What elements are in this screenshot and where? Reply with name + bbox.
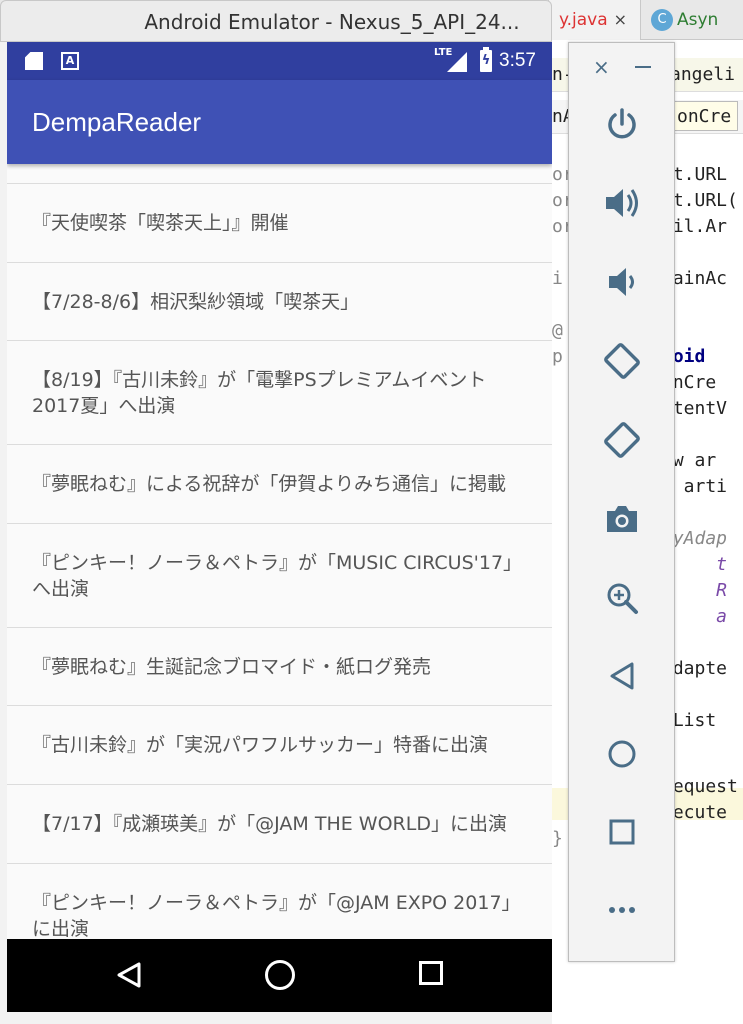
list-item[interactable]: 『夢眠ねむ』による祝辞が「伊賀よりみち通信」に掲載 [7, 445, 552, 524]
volume-down-button[interactable] [597, 257, 647, 307]
app-bar: DempaReader [7, 80, 552, 164]
rotate-right-button[interactable] [597, 415, 647, 465]
class-icon: C [651, 9, 673, 31]
article-title: 『ピンキー！ノーラ＆ペトラ』が「MUSIC CIRCUS'17」へ出演 [32, 551, 523, 600]
device-screen[interactable]: A LTE ϟ 3:57 DempaReader 『天使喫茶「喫茶天上」』開催【… [7, 42, 552, 1012]
close-icon[interactable]: × [593, 55, 610, 79]
status-time: 3:57 [499, 50, 536, 71]
screenshot-button[interactable] [597, 494, 647, 544]
article-title: 『夢眠ねむ』生誕記念ブロマイド・紙ログ発売 [32, 655, 432, 678]
home-button[interactable] [597, 729, 647, 779]
article-title: 『天使喫茶「喫茶天上」』開催 [32, 212, 289, 234]
code-fragment: i [552, 268, 563, 289]
volume-up-button[interactable] [597, 178, 647, 228]
recents-icon[interactable] [419, 961, 443, 985]
emulator-window: Android Emulator - Nexus_5_API_24... A L… [0, 0, 552, 1024]
back-icon [610, 662, 634, 690]
network-type: LTE [434, 47, 453, 58]
list-item[interactable] [7, 164, 552, 184]
article-title: 『古川未鈴』が「実況パワフルサッカー」特番に出演 [32, 734, 489, 756]
code-fragment: } [552, 828, 563, 849]
volume-down-icon [609, 268, 634, 296]
back-button[interactable] [597, 651, 647, 701]
list-item[interactable]: 『夢眠ねむ』生誕記念ブロマイド・紙ログ発売 [7, 628, 552, 706]
ide-tab-java-file[interactable]: y.java × [548, 0, 640, 40]
list-item[interactable]: 【7/17】『成瀬瑛美』が「@JAM THE WORLD」に出演 [7, 785, 552, 864]
article-title: 【8/19】『古川未鈴』が「電撃PSプレミアムイベント2017夏」へ出演 [32, 368, 487, 417]
app-title: DempaReader [32, 107, 202, 137]
list-item[interactable]: 【8/19】『古川未鈴』が「電撃PSプレミアムイベント2017夏」へ出演 [7, 341, 552, 445]
ide-tab-label: y.java [559, 10, 608, 30]
minimize-icon[interactable] [635, 66, 651, 68]
navigation-bar [7, 939, 552, 1012]
breadcrumb-item[interactable]: angeli [670, 58, 735, 91]
overview-button[interactable] [597, 807, 647, 857]
window-title: Android Emulator - Nexus_5_API_24... [144, 10, 520, 34]
article-title: 『ピンキー！ノーラ＆ペトラ』が「@JAM EXPO 2017」に出演 [32, 891, 521, 940]
code-fragment: p [552, 346, 563, 367]
ide-tab-async[interactable]: C Asyn [640, 0, 743, 40]
volume-up-icon [606, 189, 638, 217]
list-item[interactable]: 【7/28-8/6】相沢梨紗領域「喫茶天」 [7, 263, 552, 341]
sd-card-icon [25, 52, 43, 70]
list-item[interactable]: 『ピンキー！ノーラ＆ペトラ』が「@JAM EXPO 2017」に出演 [7, 864, 552, 940]
zoom-button[interactable] [597, 573, 647, 623]
camera-icon [607, 506, 637, 532]
ide-tab-label: Asyn [677, 10, 719, 30]
zoom-in-icon [607, 583, 638, 614]
notification-app-icon: A [61, 52, 79, 70]
article-title: 【7/28-8/6】相沢梨紗領域「喫茶天」 [32, 290, 360, 313]
home-icon [608, 740, 636, 768]
breadcrumb-item-method[interactable]: onCre [670, 101, 739, 131]
code-fragment: @ [552, 320, 563, 341]
article-title: 『夢眠ねむ』による祝辞が「伊賀よりみち通信」に掲載 [32, 473, 507, 495]
home-icon[interactable] [265, 960, 295, 990]
list-item[interactable]: 『ピンキー！ノーラ＆ペトラ』が「MUSIC CIRCUS'17」へ出演 [7, 524, 552, 628]
status-bar: A LTE ϟ 3:57 [7, 42, 552, 80]
list-item[interactable]: 『天使喫茶「喫茶天上」』開催 [7, 184, 552, 263]
power-button[interactable] [597, 99, 647, 149]
power-icon [608, 108, 636, 139]
article-list[interactable]: 『天使喫茶「喫茶天上」』開催【7/28-8/6】相沢梨紗領域「喫茶天」【8/19… [7, 164, 552, 939]
back-icon[interactable] [115, 961, 143, 989]
article-title: 【7/17】『成瀬瑛美』が「@JAM THE WORLD」に出演 [32, 813, 507, 835]
more-button[interactable] [597, 885, 647, 935]
charging-icon: ϟ [481, 53, 491, 68]
list-item[interactable]: 『古川未鈴』が「実況パワフルサッカー」特番に出演 [7, 706, 552, 785]
rotate-left-icon [604, 343, 640, 379]
close-icon[interactable]: × [614, 10, 627, 29]
overview-icon [609, 819, 635, 845]
rotate-left-button[interactable] [597, 336, 647, 386]
more-icon [609, 907, 635, 913]
rotate-right-icon [604, 422, 640, 458]
emulator-toolbar: × [568, 42, 675, 962]
emulator-title-bar[interactable]: Android Emulator - Nexus_5_API_24... [0, 0, 552, 42]
